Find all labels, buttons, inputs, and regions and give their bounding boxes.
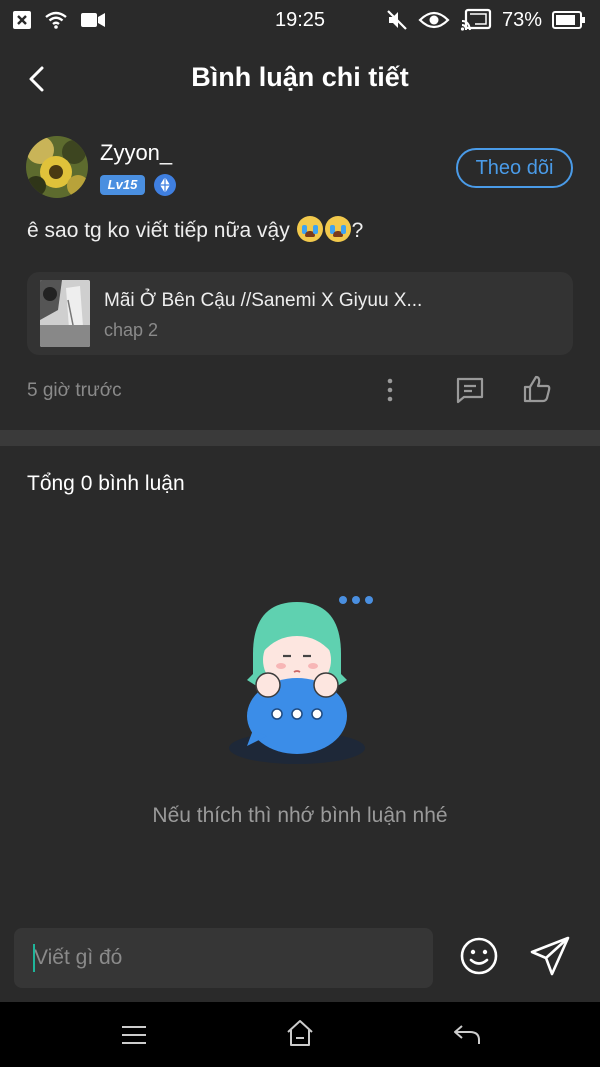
emoji-icon[interactable] <box>459 936 499 976</box>
battery-icon <box>552 11 585 29</box>
follow-button[interactable]: Theo dõi <box>456 148 573 188</box>
story-title: Mãi Ở Bên Cậu //Sanemi X Giyuu X... <box>104 290 423 311</box>
story-chapter: chap 2 <box>104 320 159 340</box>
status-bar: 19:25 73% <box>0 0 600 42</box>
comment-text: ê sao tg ko viết tiếp nữa vậy <box>27 219 290 242</box>
mute-icon <box>387 10 407 30</box>
page-title: Bình luận chi tiết <box>191 62 409 92</box>
app-header: Bình luận chi tiết <box>0 42 600 116</box>
cast-icon <box>460 8 492 31</box>
comments-section: Tổng 0 bình luận Nếu thích thì nhớ bình … <box>0 446 600 914</box>
battery-percent: 73% <box>501 8 542 31</box>
timestamp: 5 giờ trước <box>27 380 122 401</box>
text-caret <box>33 944 35 972</box>
crying-emoji-icon <box>324 216 351 242</box>
system-nav-bar <box>0 1002 600 1067</box>
crying-emoji-icon <box>296 216 323 242</box>
comment-input[interactable] <box>14 928 433 988</box>
thumbs-up-icon[interactable] <box>522 374 552 404</box>
gem-icon <box>154 174 176 196</box>
empty-comments-illustration <box>229 596 373 764</box>
section-divider <box>0 430 600 446</box>
home-icon[interactable] <box>285 1018 315 1048</box>
comment-count: Tổng 0 bình luận <box>27 472 185 495</box>
nav-back-icon[interactable] <box>452 1020 482 1048</box>
story-card[interactable]: Mãi Ở Bên Cậu //Sanemi X Giyuu X... chap… <box>27 272 573 355</box>
username[interactable]: Zyyon_ <box>100 140 172 166</box>
comment-input-bar <box>0 914 600 1002</box>
level-badge: Lv15 <box>100 175 145 195</box>
comment-suffix: ? <box>351 219 364 242</box>
reply-icon[interactable] <box>455 376 485 404</box>
avatar[interactable] <box>26 136 88 198</box>
menu-icon[interactable] <box>120 1022 148 1048</box>
comment-body: ê sao tg ko viết tiếp nữa vậy ? <box>27 216 363 243</box>
more-vertical-icon[interactable] <box>380 376 400 404</box>
story-thumbnail <box>40 280 90 347</box>
empty-state-text: Nếu thích thì nhớ bình luận nhé <box>152 804 448 827</box>
eye-icon <box>418 11 450 29</box>
send-icon[interactable] <box>528 934 572 978</box>
status-right-icons: 73% <box>386 8 586 32</box>
comment-post: Zyyon_ Lv15 Theo dõi ê sao tg ko viết ti… <box>0 116 600 430</box>
